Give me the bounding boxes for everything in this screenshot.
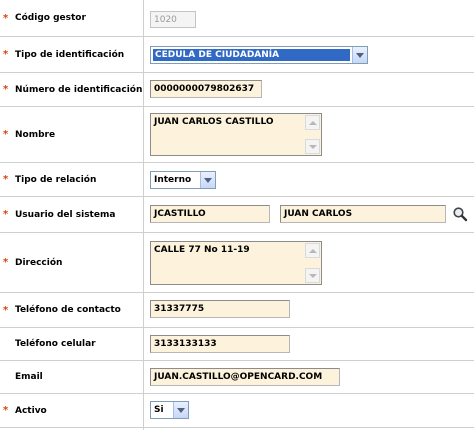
row-email: Email JUAN.CASTILLO@OPENCARD.COM [0, 361, 474, 393]
row-tipo-relacion: * Tipo de relación Interno [0, 163, 474, 196]
scrollbar[interactable] [305, 115, 320, 154]
label-activo: * Activo [3, 405, 47, 416]
row-telefono-contacto: * Teléfono de contacto 31337775 [0, 293, 474, 327]
row-usuario-sistema: * Usuario del sistema JCASTILLO JUAN CAR… [0, 197, 474, 232]
scroll-up-icon[interactable] [305, 243, 320, 258]
usuario-login-input[interactable]: JCASTILLO [150, 205, 270, 223]
row-codigo-gestor: * Código gestor 1020 [0, 0, 474, 36]
required-marker: * [3, 84, 9, 95]
required-marker: * [3, 49, 9, 60]
row-activo: * Activo Si [0, 394, 474, 427]
label-usuario-sistema: * Usuario del sistema [3, 209, 116, 220]
scroll-down-icon[interactable] [305, 139, 320, 154]
scroll-up-icon[interactable] [305, 115, 320, 130]
numero-identificacion-input[interactable]: 0000000079802637 [150, 80, 262, 98]
row-telefono-celular: Teléfono celular 3133133133 [0, 328, 474, 360]
chevron-down-icon[interactable] [173, 402, 188, 418]
row-nombre: * Nombre JUAN CARLOS CASTILLO [0, 107, 474, 162]
codigo-gestor-field: 1020 [150, 11, 196, 28]
nombre-textarea[interactable]: JUAN CARLOS CASTILLO [150, 113, 322, 156]
label-nombre: * Nombre [3, 129, 56, 140]
required-marker: * [3, 405, 9, 416]
telefono-contacto-input[interactable]: 31337775 [150, 300, 290, 318]
tipo-relacion-select[interactable]: Interno [150, 171, 216, 189]
email-input[interactable]: JUAN.CASTILLO@OPENCARD.COM [150, 368, 340, 386]
label-numero-identificacion: * Número de identificación [3, 84, 143, 95]
required-marker: * [3, 12, 9, 24]
tipo-identificacion-select[interactable]: CEDULA DE CIUDADANÍA [150, 46, 368, 64]
chevron-down-icon[interactable] [200, 172, 215, 188]
row-direccion: * Dirección CALLE 77 No 11-19 [0, 233, 474, 292]
usuario-nombre-field: JUAN CARLOS [280, 205, 446, 223]
telefono-celular-input[interactable]: 3133133133 [150, 335, 290, 353]
required-marker: * [3, 209, 9, 220]
scroll-down-icon[interactable] [305, 268, 320, 283]
label-tipo-relacion: * Tipo de relación [3, 174, 97, 185]
required-marker: * [3, 174, 9, 185]
required-marker: * [3, 129, 9, 140]
row-tipo-identificacion: * Tipo de identificación CEDULA DE CIUDA… [0, 37, 474, 72]
required-marker: * [3, 257, 9, 268]
label-telefono-celular: Teléfono celular [15, 339, 96, 349]
label-telefono-contacto: * Teléfono de contacto [3, 304, 121, 316]
activo-select[interactable]: Si [150, 401, 189, 419]
label-codigo-gestor: * Código gestor [3, 12, 86, 24]
label-tipo-identificacion: * Tipo de identificación [3, 49, 125, 60]
required-marker: * [3, 304, 9, 316]
direccion-textarea[interactable]: CALLE 77 No 11-19 [150, 241, 322, 285]
row-numero-identificacion: * Número de identificación 0000000079802… [0, 73, 474, 106]
chevron-down-icon[interactable] [352, 47, 367, 63]
magnifier-icon[interactable] [452, 206, 468, 222]
scrollbar[interactable] [305, 243, 320, 283]
label-email: Email [15, 372, 43, 382]
label-direccion: * Dirección [3, 257, 63, 268]
